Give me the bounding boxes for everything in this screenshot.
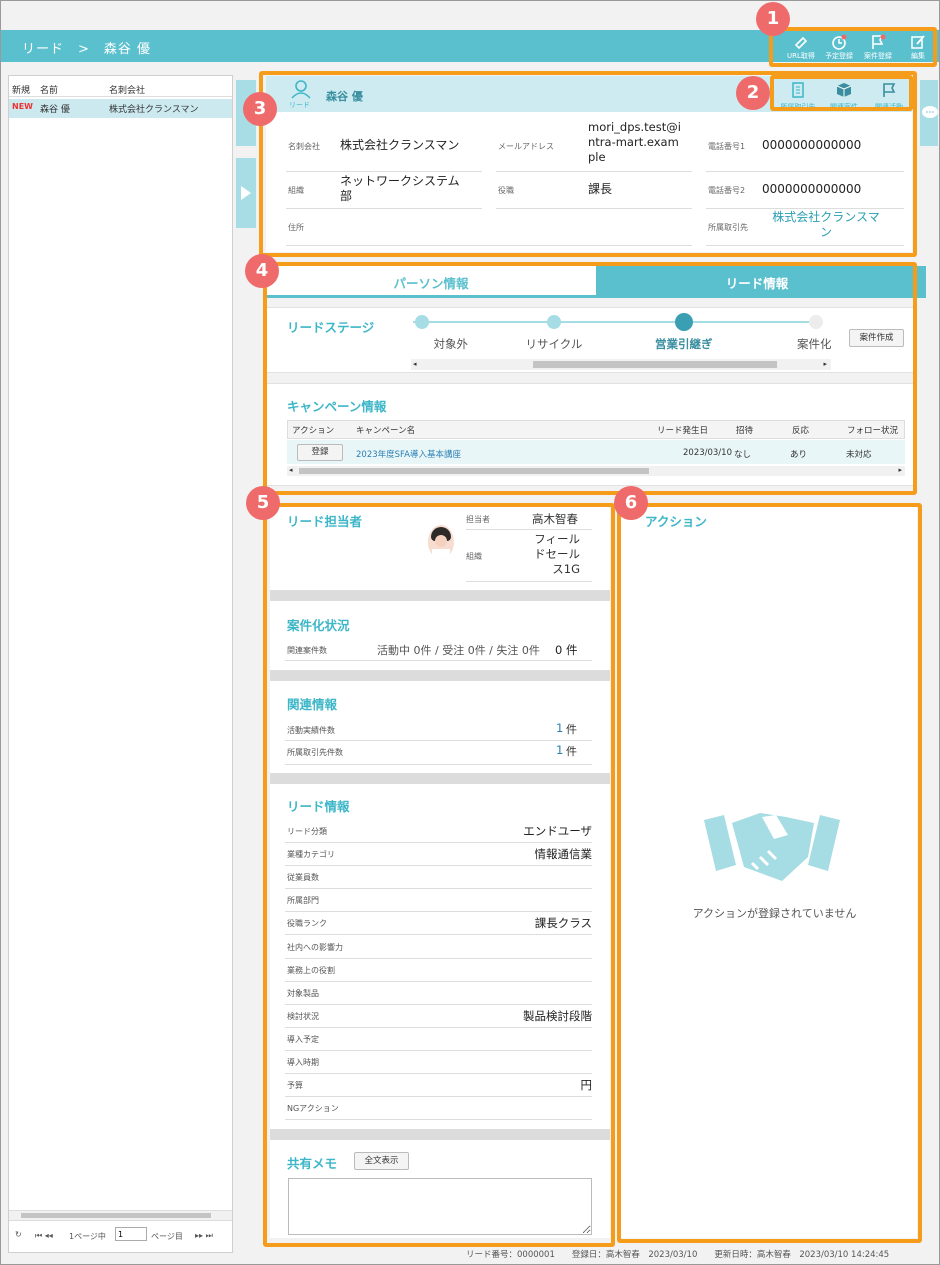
new-badge: NEW [12,102,33,111]
footer-meta: リード番号：0000001 登録日：高木智春 2023/03/10 更新日時：高… [466,1250,890,1260]
col-name[interactable]: 名前 [40,83,58,96]
list-item[interactable]: NEW 森谷 優 株式会社クランスマン [9,99,232,118]
breadcrumb: リード > 森谷 優 [22,42,152,57]
marker-6: 6 [614,486,648,520]
page-input[interactable] [115,1227,147,1241]
pager: ↻ ⏮ ◂◂ 1ページ中 ページ目 ▸▸ ⏭ [9,1220,232,1252]
marker-2: 2 [736,76,770,110]
highlight-4 [263,262,917,495]
refresh-icon[interactable]: ↻ [15,1230,22,1239]
marker-3: 3 [243,92,277,126]
chat-handle[interactable] [920,80,938,146]
expand-panel-button[interactable] [236,158,256,228]
col-company[interactable]: 名刺会社 [109,83,145,96]
chat-icon [922,106,938,118]
list-item-name: 森谷 優 [40,105,70,115]
pager-suffix: ページ目 [151,1232,183,1241]
header-divider [9,96,232,97]
lead-list-panel: 新規 名前 名刺会社 NEW 森谷 優 株式会社クランスマン ↻ ⏮ ◂◂ 1ペ… [8,75,233,1253]
marker-4: 4 [245,254,279,288]
pager-prefix: 1ページ中 [69,1232,106,1241]
col-new[interactable]: 新規 [12,83,30,96]
list-scrollbar[interactable] [9,1210,232,1220]
highlight-6 [617,503,922,1243]
list-item-company: 株式会社クランスマン [109,105,199,115]
next-page-icon[interactable]: ▸▸ ⏭ [195,1231,213,1241]
play-icon [241,186,251,200]
highlight-5 [263,503,615,1247]
marker-1: 1 [756,2,790,36]
marker-5: 5 [246,486,280,520]
highlight-2 [770,75,913,111]
highlight-1 [769,27,937,67]
first-page-icon[interactable]: ⏮ ◂◂ [35,1231,53,1241]
